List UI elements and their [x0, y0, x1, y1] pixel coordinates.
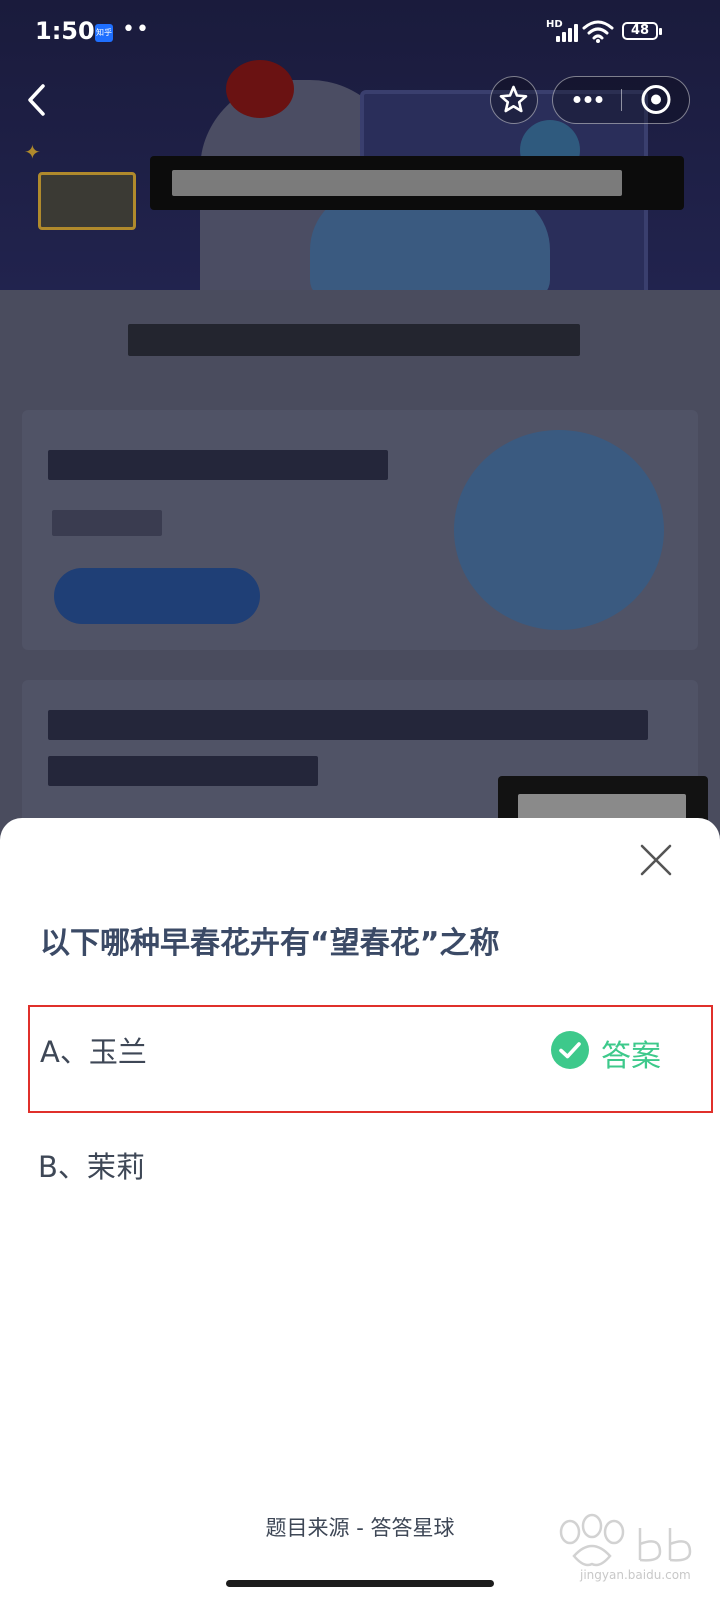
- check-circle-icon: [551, 1031, 589, 1069]
- close-icon: [640, 844, 672, 876]
- more-dots-icon: [573, 96, 603, 103]
- question-title: 以下哪种早春花卉有“望春花”之称: [40, 926, 500, 961]
- close-mini-program-button[interactable]: [623, 77, 689, 122]
- baidu-jingyan-watermark-logo: [559, 1513, 692, 1567]
- chevron-left-icon: [28, 84, 45, 116]
- more-button[interactable]: [553, 77, 621, 122]
- background-card: [0, 290, 720, 840]
- background-badge-icon: [38, 172, 136, 230]
- status-time: 1:50: [35, 17, 95, 45]
- option-b-label: B、茉莉: [38, 1150, 145, 1184]
- wifi-icon: [582, 20, 614, 43]
- option-a[interactable]: A、玉兰 答案: [28, 1005, 713, 1113]
- home-indicator[interactable]: [226, 1580, 494, 1587]
- background-toast: [150, 156, 684, 210]
- close-sheet-button[interactable]: [638, 842, 674, 878]
- mini-program-capsule: [552, 76, 690, 124]
- capsule-divider: [621, 89, 622, 111]
- sparkle-icon: ✦: [24, 140, 41, 164]
- battery-icon: 48: [622, 22, 658, 40]
- target-icon: [641, 85, 671, 114]
- back-button[interactable]: [18, 80, 58, 120]
- zhihu-app-icon: 知乎: [95, 24, 113, 42]
- star-icon: [499, 85, 528, 113]
- option-a-label: A、玉兰: [40, 1035, 147, 1069]
- battery-tip: [659, 28, 662, 35]
- status-bar: 1:50 知乎 •• HD 48: [0, 0, 720, 66]
- favorite-button[interactable]: [490, 76, 538, 124]
- watermark-url: jingyan.baidu.com: [580, 1568, 691, 1582]
- background-page: ✦: [0, 0, 720, 840]
- answer-label: 答案: [601, 1039, 661, 1074]
- option-b[interactable]: B、茉莉: [28, 1126, 713, 1206]
- answer-tag: 答案: [551, 1031, 669, 1074]
- signal-icon: [556, 22, 580, 42]
- notification-dots: ••: [122, 17, 150, 42]
- background-mascot-hat: [226, 60, 294, 118]
